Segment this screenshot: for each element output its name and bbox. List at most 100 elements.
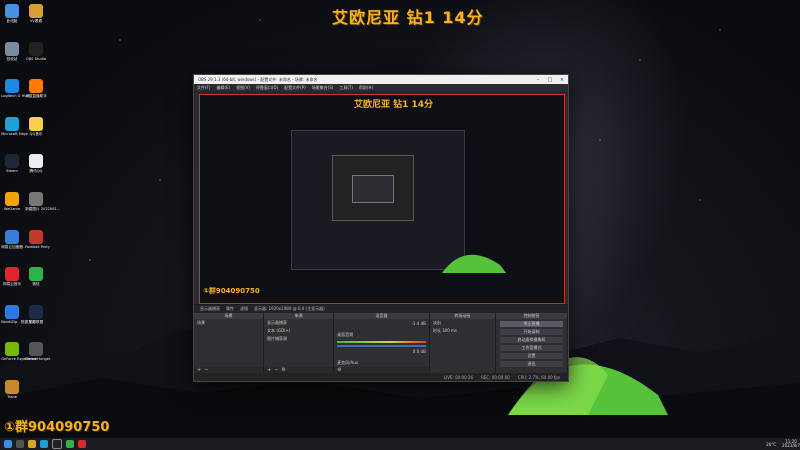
dread-hunger-icon xyxy=(29,342,43,357)
desktop-icon[interactable]: BandiZip - 快捷方式 xyxy=(0,304,36,324)
duration-input[interactable]: 300 ms xyxy=(442,328,457,333)
desktop-icon-label: WeGame xyxy=(3,206,21,211)
desktop-icon[interactable]: QQ音乐 xyxy=(24,116,48,136)
netease-music-icon[interactable] xyxy=(78,440,86,448)
desktop: 此电脑 VV看看回收站 OBS Studio Logitech G HUB 火狐直播助手… xyxy=(0,0,800,450)
controls-dock: 控制按钮 停止直播开始录制启动虚拟摄像机 工作室模式设置退出 xyxy=(495,313,568,373)
wechat-icon[interactable] xyxy=(66,440,74,448)
desktop-icon[interactable]: VV看看 xyxy=(24,4,48,23)
desktop-icon-label: OBS Studio xyxy=(25,55,47,61)
channel-name: 麦克风/Aux xyxy=(337,360,359,365)
folder-icon[interactable] xyxy=(28,440,36,448)
nvidia-icon xyxy=(5,342,19,357)
obs-taskbar-icon[interactable] xyxy=(52,439,62,449)
desktop-icon[interactable]: Steam xyxy=(0,154,24,173)
desktop-icon[interactable]: OBS Studio xyxy=(24,41,48,61)
menu-item[interactable]: 视图(V) xyxy=(236,85,250,91)
menu-item[interactable]: 停靠窗口(D) xyxy=(256,85,278,91)
desktop-icon[interactable]: 新建图片 2022061... xyxy=(24,192,60,211)
control-button[interactable]: 工作室模式 xyxy=(499,345,563,351)
stream-overlay-group: ①群904090750 xyxy=(4,420,110,435)
desktop-icon[interactable]: Trade xyxy=(0,380,24,399)
desktop-icon-label: 网易云音乐 xyxy=(3,281,22,286)
recycle-bin-icon xyxy=(5,41,19,56)
control-button[interactable]: 退出 xyxy=(499,361,563,367)
close-icon[interactable]: × xyxy=(556,77,568,83)
desktop-icon[interactable]: WeGame xyxy=(0,192,24,211)
obs-preview[interactable]: 艾欧尼亚 钻1 14分 ①群904090750 xyxy=(199,94,565,304)
start-icon[interactable] xyxy=(4,440,12,448)
desktop-icon[interactable]: Dread Hunger xyxy=(24,342,51,362)
fox-icon xyxy=(29,79,43,94)
filters-button[interactable]: 滤镜 xyxy=(240,306,248,312)
control-button[interactable]: 设置 xyxy=(499,353,563,359)
temperature: 26°C xyxy=(766,441,777,447)
menu-item[interactable]: 场景集合(S) xyxy=(312,85,334,91)
desktop-icon[interactable]: 腾讯QQ xyxy=(24,154,48,173)
control-button[interactable]: 启动虚拟摄像机 xyxy=(499,337,563,343)
menu-item[interactable]: 工具(T) xyxy=(339,85,353,91)
desktop-icon[interactable]: 网易云加速器 xyxy=(0,229,24,249)
desktop-icon-label: GeForce Experience xyxy=(1,356,38,362)
source-name: 显示器捕获 xyxy=(200,306,220,311)
menu-item[interactable]: 文件(F) xyxy=(197,85,210,91)
desktop-icon-label: 回收站 xyxy=(6,55,18,61)
menu-item[interactable]: 配置文件(P) xyxy=(284,85,306,91)
lol-icon xyxy=(29,304,43,319)
menu-item[interactable]: 帮助(H) xyxy=(359,85,373,91)
wechat-icon xyxy=(29,267,43,282)
stream-overlay-title: 艾欧尼亚 钻1 14分 xyxy=(332,8,484,27)
controls-header: 控制按钮 xyxy=(495,313,567,319)
desktop-icon[interactable]: 回收站 xyxy=(0,41,24,61)
obs-window[interactable]: OBS 29.1.3 (64-bit, windows) - 配置文件: 未命名… xyxy=(193,74,569,382)
trade-icon xyxy=(5,380,19,394)
desktop-icon[interactable]: Logitech G HUB xyxy=(0,79,29,98)
desktop-icon[interactable]: Football Party xyxy=(24,229,50,249)
maximize-icon[interactable]: □ xyxy=(544,77,556,83)
properties-button[interactable]: 属性 xyxy=(226,306,234,312)
control-button[interactable]: 开始录制 xyxy=(499,329,563,335)
menu-item[interactable]: 编辑(E) xyxy=(216,85,230,91)
taskbar: 26°C 11:20 2023/8/7 xyxy=(0,438,800,450)
desktop-icon[interactable]: Microsoft Edge xyxy=(0,116,28,136)
clock-date: 2023/8/7 xyxy=(782,443,800,448)
source-toolbar: 显示器捕获 属性 滤镜 显示器: 1920x1080 @ 0,0 (主显示器) xyxy=(194,304,568,313)
obs-menubar: 文件(F) 编辑(E) 视图(V) 停靠窗口(D) 配置文件(P) 场景集合(S) 工具(T… xyxy=(194,84,568,93)
obs-titlebar[interactable]: OBS 29.1.3 (64-bit, windows) - 配置文件: 未命名… xyxy=(194,75,568,84)
preview-tent xyxy=(442,254,506,273)
desktop-icon-label: VV看看 xyxy=(29,18,43,23)
desktop-icon[interactable]: GeForce Experience xyxy=(0,342,38,362)
channel-level: -1.4 dB xyxy=(411,321,426,326)
mixer-header: 混音器 xyxy=(334,313,429,319)
source-item[interactable]: 文本 (GDI+) xyxy=(264,327,333,335)
transition-select[interactable]: 淡出 xyxy=(430,319,495,327)
mixer-dock: 混音器 桌面音频 -1.4 dB 麦克风/Aux 0.0 dB ⚙ xyxy=(334,313,430,375)
desktop-icon-label: BandiZip - 快捷方式 xyxy=(1,319,36,324)
clock[interactable]: 11:20 2023/8/7 xyxy=(782,440,800,448)
edge-icon[interactable] xyxy=(40,440,48,448)
desktop-icon[interactable]: 英雄联盟 xyxy=(24,304,48,324)
control-button[interactable]: 停止直播 xyxy=(499,321,563,327)
desktop-icon[interactable]: 此电脑 xyxy=(0,4,24,23)
desktop-icon-label: QQ音乐 xyxy=(29,131,43,136)
desktop-icon[interactable]: 网易云音乐 xyxy=(0,267,24,286)
mixer-channel: 桌面音频 -1.4 dB xyxy=(337,321,426,347)
desktop-icon-label: Dread Hunger xyxy=(25,356,51,362)
desktop-icon[interactable]: 火狐直播助手 xyxy=(24,79,48,98)
source-item[interactable]: 显示器捕获 xyxy=(264,319,333,327)
uu-icon xyxy=(5,229,19,244)
obs-docks: 场景 场景 + − 来源 显示器捕获 文本 (GDI+) 图片捕获源 + − ⚙ 混音… xyxy=(194,313,568,375)
volume-meter xyxy=(337,341,426,343)
preview-nested-window-3 xyxy=(352,175,394,203)
monitor-select[interactable]: 显示器: 1920x1080 @ 0,0 (主显示器) xyxy=(254,306,325,312)
scene-item[interactable]: 场景 xyxy=(194,319,263,327)
source-item[interactable]: 图片捕获源 xyxy=(264,335,333,343)
steam-icon xyxy=(5,154,19,169)
volume-slider[interactable] xyxy=(337,345,426,347)
desktop-icon[interactable]: 微信 xyxy=(24,267,48,286)
minimize-icon[interactable]: – xyxy=(532,77,544,83)
search-icon[interactable] xyxy=(16,440,24,448)
desktop-icon-label: 此电脑 xyxy=(6,18,18,23)
obs-statusbar: LIVE: 00:00:26 REC: 00:00:00 CPU: 2.7%, … xyxy=(194,373,568,381)
desktop-icon-label: 火狐直播助手 xyxy=(25,93,47,98)
